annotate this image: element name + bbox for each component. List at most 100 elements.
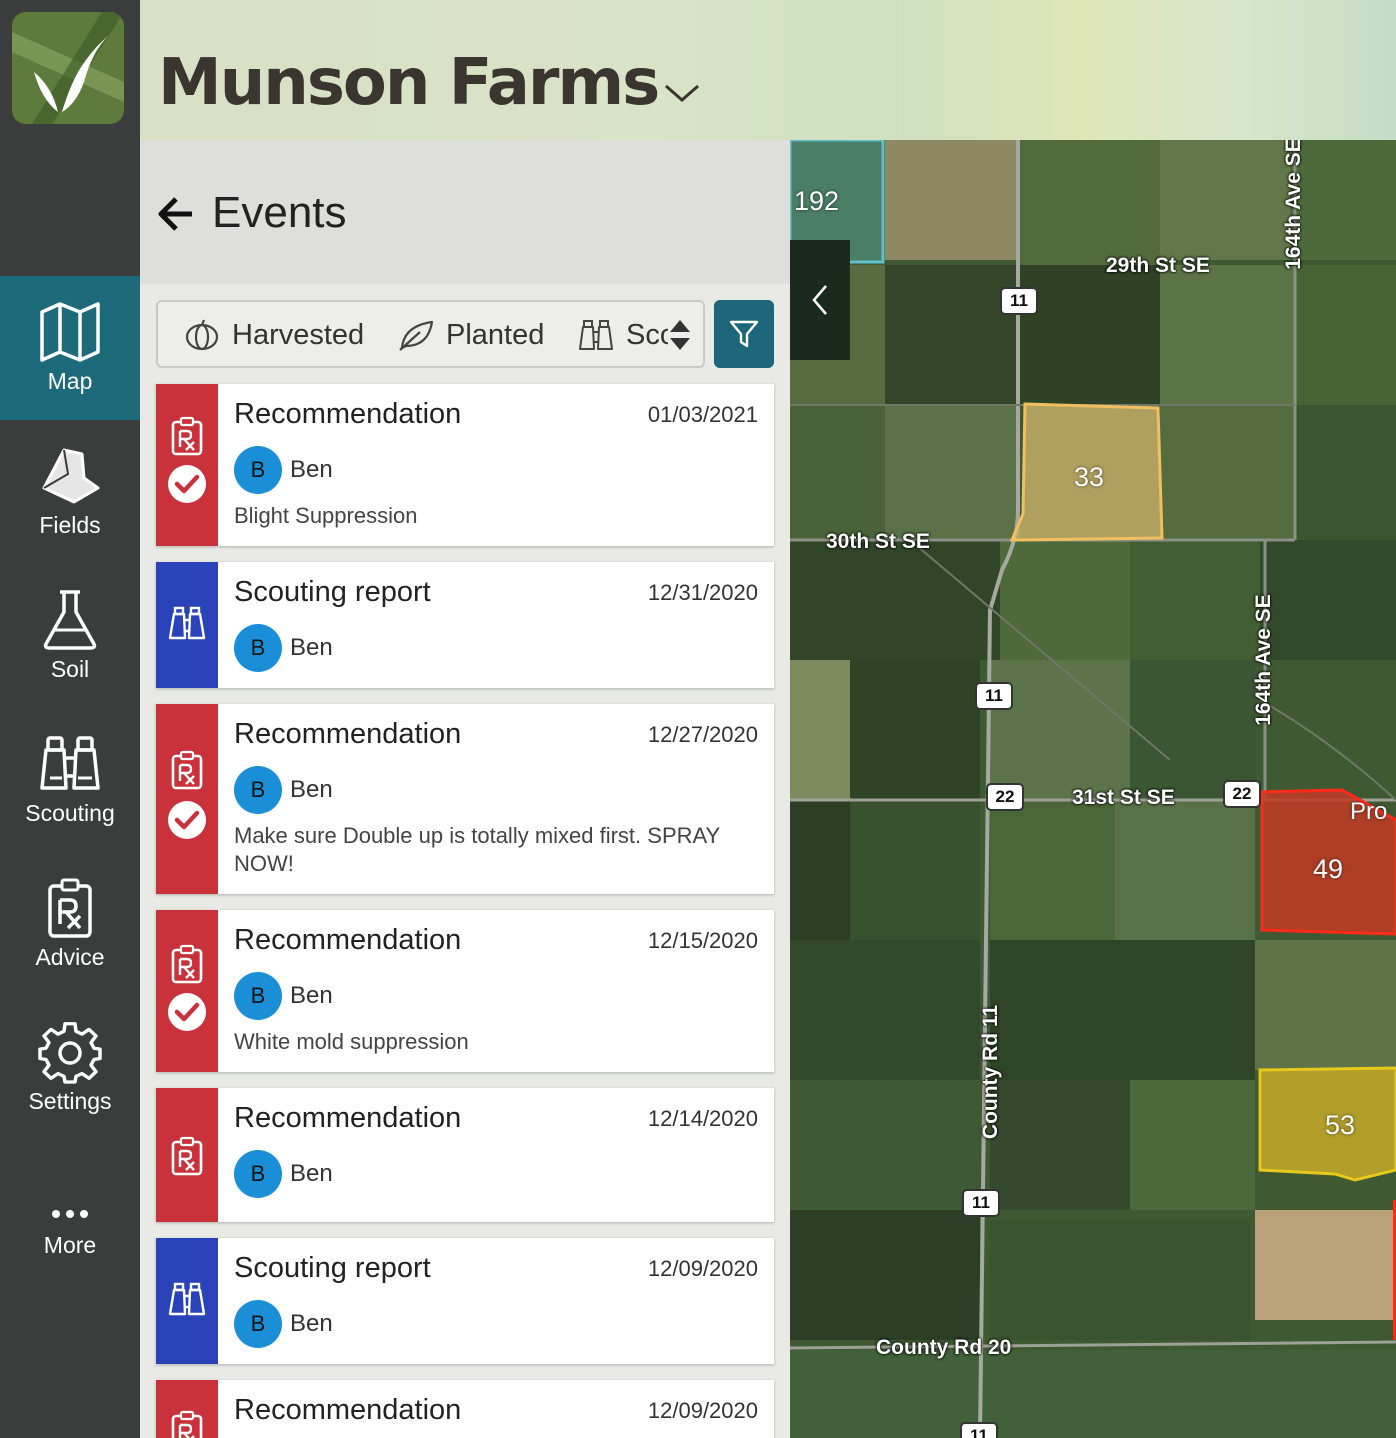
road-label: 164th Ave SE [1251, 594, 1275, 726]
event-author: Ben [290, 1310, 333, 1337]
event-date: 12/27/2020 [647, 722, 758, 747]
event-card[interactable]: Recommendation 01/03/2021 B Ben Blight S… [156, 384, 774, 546]
leaf-icon [399, 320, 434, 351]
road-label: 29th St SE [1106, 254, 1210, 277]
nav-label-settings: Settings [28, 1088, 112, 1114]
events-panel-header: Events [140, 140, 790, 284]
nav-item-more[interactable]: More [0, 1140, 140, 1284]
clipboard-rx-icon [171, 1410, 203, 1438]
nav-item-settings[interactable]: Settings [0, 996, 140, 1140]
filter-chip-harvested-label: Harvested [232, 319, 365, 351]
event-type-strip [156, 910, 218, 1072]
field-label[interactable]: 33 [1074, 462, 1104, 493]
event-title: Recommendation [234, 924, 462, 956]
filter-chip-scouting[interactable]: Sco [578, 302, 678, 366]
event-title: Recommendation [234, 718, 462, 750]
app-logo[interactable] [12, 12, 124, 124]
event-date: 01/03/2021 [647, 402, 758, 427]
clipboard-rx-icon [171, 750, 203, 790]
farm-name-title[interactable]: Munson Farms [158, 46, 660, 120]
binoculars-icon [579, 320, 613, 350]
avatar: B [234, 1150, 282, 1198]
clipboard-rx-icon [171, 416, 203, 456]
event-type-strip [156, 1380, 218, 1438]
nav-item-soil[interactable]: Soil [0, 564, 140, 708]
event-type-strip [156, 1238, 218, 1364]
chevron-left-icon [812, 285, 827, 315]
nav-label-more: More [43, 1232, 97, 1258]
route-shield: 11 [975, 682, 1013, 710]
event-author: Ben [290, 1160, 333, 1187]
road-label: County Rd 11 [979, 1004, 1003, 1140]
route-shield: 11 [960, 1422, 998, 1438]
road-label: County Rd 20 [876, 1336, 1012, 1359]
nav-item-advice[interactable]: Advice [0, 852, 140, 996]
avatar: B [234, 766, 282, 814]
event-date: 12/31/2020 [647, 580, 758, 605]
chevron-down-icon[interactable] [664, 80, 700, 104]
event-card[interactable]: Recommendation 12/14/2020 B Ben [156, 1088, 774, 1222]
event-card[interactable]: Recommendation 12/27/2020 B Ben Make sur… [156, 704, 774, 894]
event-card[interactable]: Scouting report 12/09/2020 B Ben [156, 1238, 774, 1364]
event-type-strip [156, 384, 218, 546]
clipboard-rx-icon [171, 944, 203, 984]
route-shield: 11 [1000, 287, 1038, 315]
logo-leaf-icon [12, 12, 124, 124]
check-circle-icon [168, 465, 206, 503]
check-circle-icon [168, 993, 206, 1031]
event-card[interactable]: Recommendation 12/09/2020 [156, 1380, 774, 1438]
event-date: 12/09/2020 [647, 1398, 758, 1423]
road-label: 30th St SE [826, 530, 930, 553]
nav-item-fields[interactable]: Fields [0, 420, 140, 564]
side-navigation: Map Fields Soil Scouting Advice Settings… [0, 0, 140, 1438]
event-note: White mold suppression [234, 1029, 469, 1054]
clipboard-rx-icon [48, 878, 92, 938]
event-type-strip [156, 704, 218, 894]
route-shield: 11 [962, 1189, 1000, 1217]
event-title: Recommendation [234, 398, 462, 430]
nav-label-advice: Advice [35, 944, 105, 970]
event-type-strip [156, 1088, 218, 1222]
event-note: Blight Suppression [234, 503, 418, 528]
filter-button[interactable] [714, 300, 774, 368]
map-icon [40, 302, 100, 362]
pumpkin-icon [185, 319, 219, 351]
scroll-arrows-icon[interactable] [668, 318, 692, 352]
nav-item-map[interactable]: Map [0, 276, 140, 420]
field-label[interactable]: 192 [794, 186, 839, 217]
event-note: Make sure Double up is totally mixed fir… [234, 823, 720, 876]
events-title: Events [212, 188, 347, 237]
back-arrow-icon[interactable] [156, 194, 196, 234]
field-label[interactable]: 53 [1325, 1110, 1355, 1141]
events-panel: Events Harvested Planted Sco Recommendat… [140, 140, 790, 1438]
event-card[interactable]: Recommendation 12/15/2020 B Ben White mo… [156, 910, 774, 1072]
event-title: Scouting report [234, 1252, 431, 1284]
collapse-panel-button[interactable] [790, 240, 850, 360]
binoculars-icon [168, 1282, 206, 1316]
avatar: B [234, 1300, 282, 1348]
gear-icon [38, 1022, 102, 1084]
event-author: Ben [290, 634, 333, 661]
filter-funnel-icon [729, 320, 759, 348]
top-header: Munson Farms [140, 0, 1396, 140]
event-card[interactable]: Scouting report 12/31/2020 B Ben [156, 562, 774, 688]
more-dots-icon [52, 1210, 88, 1218]
event-title: Recommendation [234, 1102, 462, 1134]
event-author: Ben [290, 776, 333, 803]
field-label[interactable]: 49 [1313, 854, 1343, 885]
satellite-map[interactable]: 192 33 49 53 Pro 29th St SE 30th St SE 3… [790, 140, 1396, 1438]
avatar: B [234, 446, 282, 494]
field-label[interactable]: Pro [1350, 798, 1387, 826]
avatar: B [234, 624, 282, 672]
event-date: 12/09/2020 [647, 1256, 758, 1281]
event-type-strip [156, 562, 218, 688]
filter-chip-harvested[interactable]: Harvested [184, 302, 384, 366]
event-type-filter-bar[interactable]: Harvested Planted Sco [156, 300, 705, 368]
event-title: Recommendation [234, 1394, 462, 1426]
route-shield: 22 [1223, 780, 1261, 808]
nav-item-scouting[interactable]: Scouting [0, 708, 140, 852]
avatar: B [234, 972, 282, 1020]
filter-chip-planted[interactable]: Planted [398, 302, 568, 366]
road-label: 31st St SE [1072, 786, 1175, 809]
event-date: 12/15/2020 [647, 928, 758, 953]
